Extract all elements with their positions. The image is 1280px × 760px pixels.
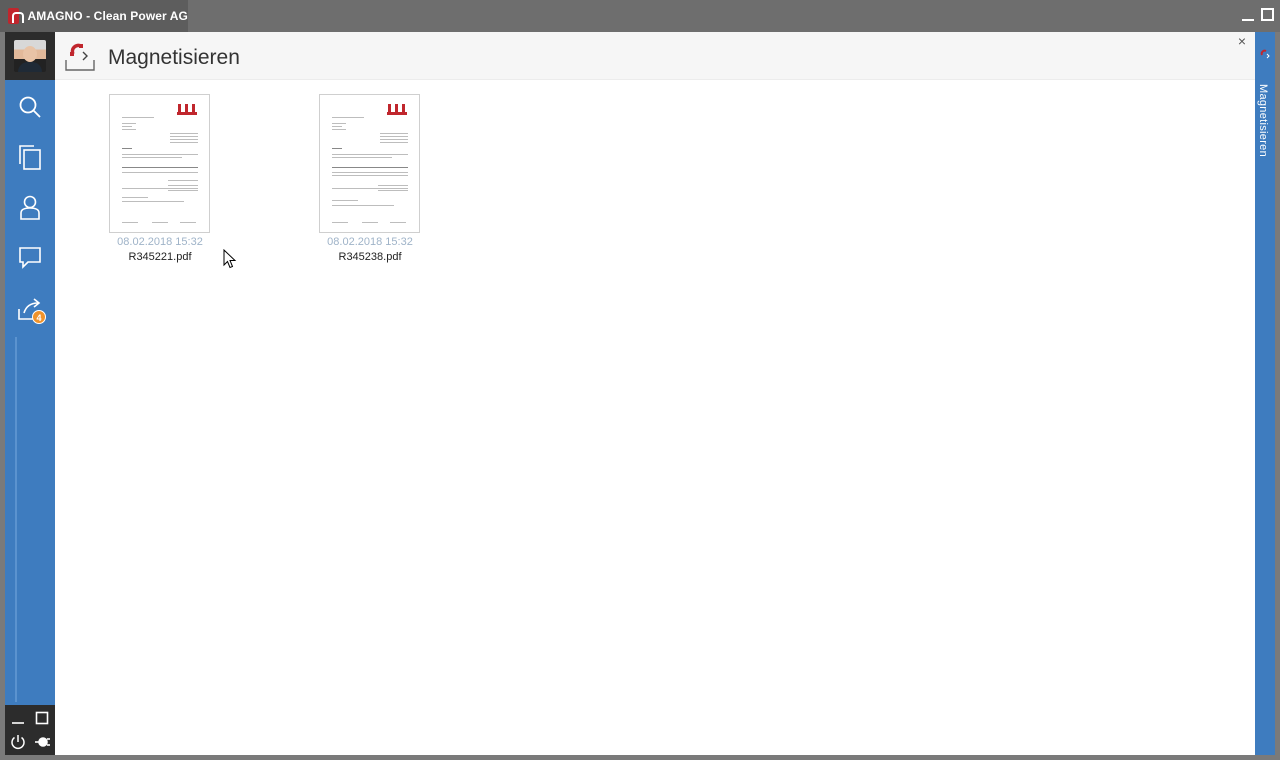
document-date: 08.02.2018 15:32 [117, 236, 203, 248]
minimize-window-button[interactable] [1242, 8, 1254, 21]
side-panel-label: Magnetisieren [1257, 84, 1269, 157]
sidebar-divider [15, 337, 17, 702]
maximize-app-button[interactable] [33, 709, 51, 727]
window-tab[interactable]: AMAGNO - Clean Power AG [0, 0, 188, 32]
page-title: Magnetisieren [108, 46, 240, 69]
user-icon [20, 195, 40, 220]
avatar[interactable] [14, 40, 46, 72]
amagno-logo-icon [8, 8, 25, 24]
magnetize-side-panel[interactable]: Magnetisieren [1255, 32, 1275, 755]
maximize-window-button[interactable] [1261, 8, 1274, 21]
window-border-right [1275, 32, 1280, 760]
page-header: Magnetisieren × [55, 32, 1255, 80]
magnet-icon [1260, 49, 1270, 59]
window-title: AMAGNO - Clean Power AG [27, 9, 188, 23]
connect-button[interactable] [33, 733, 51, 751]
minimize-app-button[interactable] [9, 709, 27, 727]
mouse-cursor-icon [223, 249, 237, 269]
document-card[interactable]: 08.02.2018 15:32 R345238.pdf [319, 94, 421, 263]
minimize-icon [12, 722, 24, 724]
company-logo-icon [177, 104, 197, 115]
plug-icon [35, 737, 50, 747]
power-button[interactable] [9, 733, 27, 751]
sidebar-item-comments[interactable] [5, 235, 55, 279]
maximize-icon [35, 711, 49, 725]
document-name[interactable]: R345221.pdf [109, 251, 211, 263]
sidebar-item-documents[interactable] [5, 135, 55, 179]
document-name[interactable]: R345238.pdf [319, 251, 421, 263]
chat-icon [19, 247, 41, 269]
search-icon [19, 96, 41, 118]
document-thumbnail[interactable] [109, 94, 210, 233]
sidebar-item-search[interactable] [5, 85, 55, 129]
sidebar: 4 [5, 32, 55, 755]
window-border-bottom [0, 755, 1280, 760]
window-titlebar: AMAGNO - Clean Power AG [0, 0, 1280, 32]
close-button[interactable]: × [1235, 34, 1249, 48]
sidebar-item-contacts[interactable] [5, 185, 55, 229]
power-icon [11, 735, 25, 750]
documents-icon [19, 145, 41, 170]
main-content: Magnetisieren × 08.02.2018 15:32 R345221… [55, 32, 1255, 755]
sidebar-item-tasks[interactable]: 4 [5, 287, 55, 331]
tasks-count-badge: 4 [32, 310, 46, 324]
company-logo-icon [387, 104, 407, 115]
document-card[interactable]: 08.02.2018 15:32 R345221.pdf [109, 94, 211, 263]
sidebar-bottom-controls [5, 705, 55, 755]
magnet-tray-icon [65, 43, 95, 71]
document-date: 08.02.2018 15:32 [327, 236, 413, 248]
avatar-container[interactable] [5, 32, 55, 80]
document-thumbnail[interactable] [319, 94, 420, 233]
